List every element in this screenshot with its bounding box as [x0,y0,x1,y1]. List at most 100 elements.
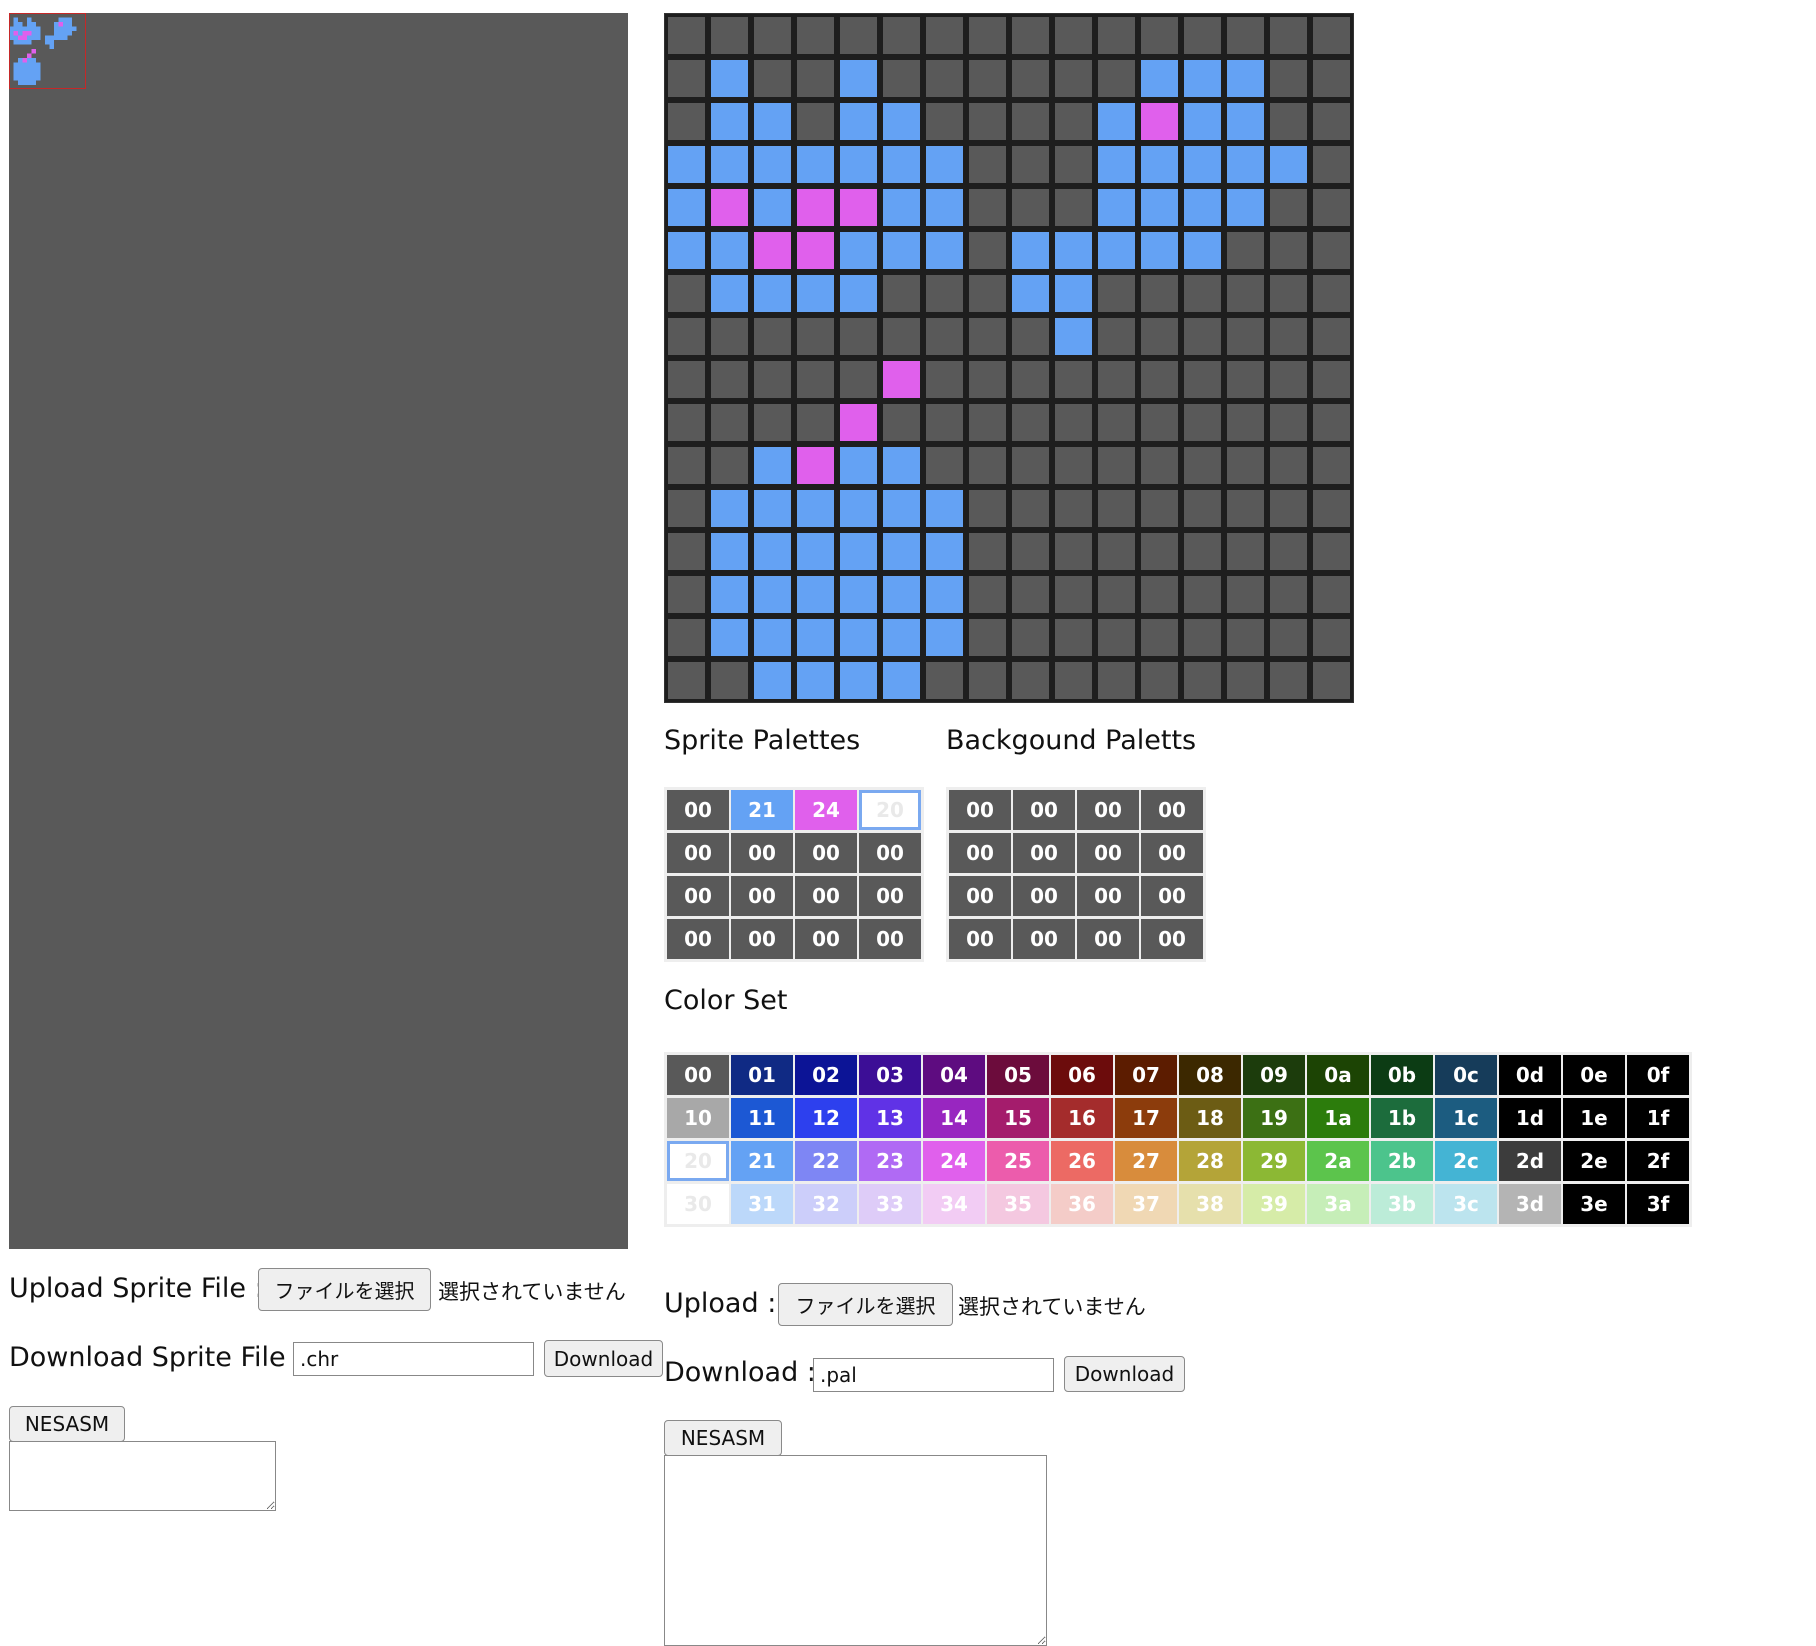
background-palette-cell[interactable]: 00 [949,876,1011,916]
color-set-cell[interactable]: 34 [923,1184,985,1224]
color-set-cell[interactable]: 19 [1243,1098,1305,1138]
color-set-cell[interactable]: 22 [795,1141,857,1181]
color-set-cell[interactable]: 07 [1115,1055,1177,1095]
palette-file-choose-button[interactable]: ファイルを選択 [778,1283,953,1326]
pixel-cell[interactable] [794,143,837,186]
pixel-cell[interactable] [751,229,794,272]
color-set-cell[interactable]: 18 [1179,1098,1241,1138]
pixel-cell[interactable] [751,444,794,487]
pixel-cell[interactable] [1138,100,1181,143]
pixel-cell[interactable] [665,272,708,315]
pixel-cell[interactable] [1181,530,1224,573]
pixel-cell[interactable] [1095,315,1138,358]
color-set-cell[interactable]: 35 [987,1184,1049,1224]
background-palette-cell[interactable]: 00 [1141,919,1203,959]
pixel-cell[interactable] [1138,659,1181,702]
pixel-cell[interactable] [880,315,923,358]
sprite-palette-cell[interactable]: 00 [731,833,793,873]
pixel-cell[interactable] [1181,444,1224,487]
pixel-cell[interactable] [751,186,794,229]
pixel-cell[interactable] [1009,401,1052,444]
pixel-cell[interactable] [923,14,966,57]
pixel-cell[interactable] [751,487,794,530]
pixel-cell[interactable] [923,186,966,229]
palette-nesasm-output[interactable] [664,1455,1047,1646]
pixel-cell[interactable] [751,57,794,100]
color-set-cell[interactable]: 33 [859,1184,921,1224]
color-set-cell[interactable]: 20 [667,1141,729,1181]
pixel-cell[interactable] [1052,229,1095,272]
background-palette-cell[interactable]: 00 [1077,833,1139,873]
sprite-palette-cell[interactable]: 21 [731,790,793,830]
pixel-cell[interactable] [794,186,837,229]
color-set-cell[interactable]: 31 [731,1184,793,1224]
pixel-cell[interactable] [1224,100,1267,143]
sprite-palette-cell[interactable]: 00 [667,919,729,959]
pixel-cell[interactable] [1095,659,1138,702]
pixel-cell[interactable] [1052,573,1095,616]
pixel-cell[interactable] [923,659,966,702]
pixel-cell[interactable] [1138,573,1181,616]
pixel-cell[interactable] [880,444,923,487]
pixel-cell[interactable] [1181,186,1224,229]
color-set-cell[interactable]: 11 [731,1098,793,1138]
pixel-cell[interactable] [1267,659,1310,702]
pixel-cell[interactable] [923,530,966,573]
pixel-cell[interactable] [665,487,708,530]
pixel-cell[interactable] [837,315,880,358]
color-set-cell[interactable]: 17 [1115,1098,1177,1138]
pixel-cell[interactable] [1310,229,1353,272]
pixel-cell[interactable] [665,530,708,573]
pixel-cell[interactable] [1181,229,1224,272]
sprite-palette-cell[interactable]: 00 [667,833,729,873]
color-set-cell[interactable]: 27 [1115,1141,1177,1181]
pixel-cell[interactable] [1095,401,1138,444]
pixel-cell[interactable] [708,272,751,315]
background-palette-cell[interactable]: 00 [1141,876,1203,916]
color-set-cell[interactable]: 1a [1307,1098,1369,1138]
pixel-cell[interactable] [1138,315,1181,358]
pixel-cell[interactable] [837,530,880,573]
pixel-cell[interactable] [880,143,923,186]
palette-download-filename-input[interactable] [813,1358,1054,1392]
pixel-cell[interactable] [794,573,837,616]
pixel-cell[interactable] [1181,315,1224,358]
pixel-cell[interactable] [1310,57,1353,100]
pixel-cell[interactable] [1095,358,1138,401]
pixel-cell[interactable] [1095,530,1138,573]
pixel-cell[interactable] [1095,57,1138,100]
pixel-cell[interactable] [751,143,794,186]
sprite-palette-cell[interactable]: 00 [859,919,921,959]
pixel-cell[interactable] [1224,14,1267,57]
pixel-cell[interactable] [665,573,708,616]
color-set-cell[interactable]: 0b [1371,1055,1433,1095]
pixel-cell[interactable] [923,573,966,616]
pixel-cell[interactable] [880,401,923,444]
pixel-cell[interactable] [1181,401,1224,444]
sprite-nesasm-button[interactable]: NESASM [9,1406,125,1442]
pixel-cell[interactable] [1052,186,1095,229]
pixel-cell[interactable] [794,229,837,272]
pixel-cell[interactable] [751,272,794,315]
background-palette-cell[interactable]: 00 [1077,876,1139,916]
sprite-palette-cell[interactable]: 00 [795,833,857,873]
pixel-cell[interactable] [1009,573,1052,616]
pixel-cell[interactable] [751,616,794,659]
pixel-cell[interactable] [1009,186,1052,229]
pixel-cell[interactable] [1009,487,1052,530]
pixel-cell[interactable] [1052,444,1095,487]
pixel-cell[interactable] [966,401,1009,444]
pixel-cell[interactable] [665,143,708,186]
pixel-cell[interactable] [708,487,751,530]
pixel-cell[interactable] [880,616,923,659]
pixel-cell[interactable] [837,573,880,616]
pixel-cell[interactable] [1310,272,1353,315]
background-palette-cell[interactable]: 00 [1141,833,1203,873]
color-set-cell[interactable]: 37 [1115,1184,1177,1224]
background-palette-cell[interactable]: 00 [949,790,1011,830]
pixel-cell[interactable] [1224,401,1267,444]
pixel-cell[interactable] [1138,186,1181,229]
color-set-cell[interactable]: 08 [1179,1055,1241,1095]
pixel-cell[interactable] [1181,272,1224,315]
pixel-cell[interactable] [1267,272,1310,315]
